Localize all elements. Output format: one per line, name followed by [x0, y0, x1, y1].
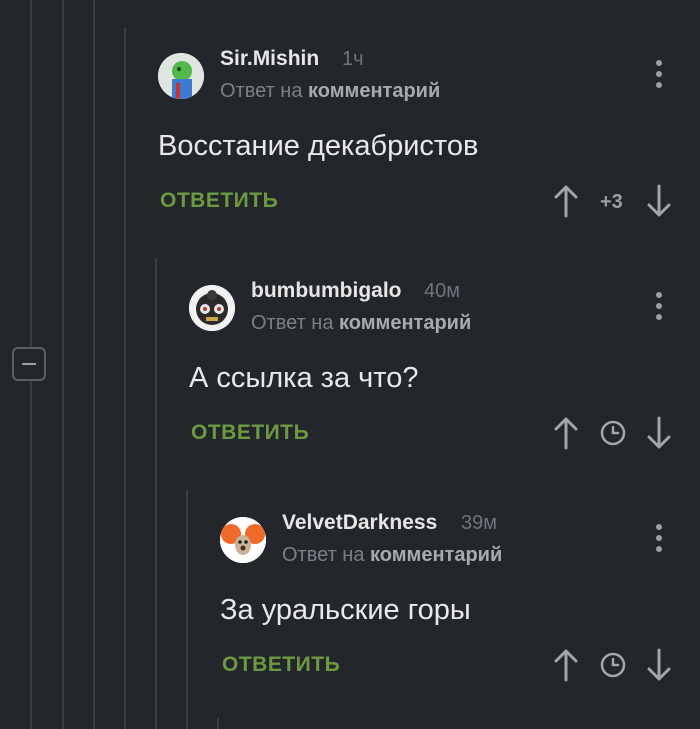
more-vertical-icon[interactable]: [655, 60, 663, 93]
thread-line: [124, 28, 126, 729]
comment-author[interactable]: VelvetDarkness: [282, 511, 437, 535]
vote-score: +3: [600, 191, 623, 213]
thread-line: [155, 258, 157, 729]
reply-to-line: Ответ на комментарий: [282, 544, 502, 567]
clock-icon: [600, 652, 626, 678]
reply-button[interactable]: ОТВЕТИТЬ: [222, 653, 340, 677]
reply-to-link[interactable]: комментарий: [308, 80, 440, 102]
arrow-up-icon[interactable]: [553, 184, 579, 218]
clock-icon: [600, 420, 626, 446]
arrow-down-icon[interactable]: [646, 648, 672, 682]
minus-icon: [22, 363, 36, 365]
collapse-thread-button[interactable]: [12, 347, 46, 381]
reply-to-prefix: Ответ на: [220, 80, 303, 102]
comment-author[interactable]: bumbumbigalo: [251, 279, 402, 303]
comment-text: А ссылка за что?: [189, 362, 419, 394]
comment-author[interactable]: Sir.Mishin: [220, 47, 319, 71]
avatar[interactable]: [158, 53, 204, 99]
reply-to-line: Ответ на комментарий: [251, 312, 471, 335]
reply-to-link[interactable]: комментарий: [339, 312, 471, 334]
more-vertical-icon[interactable]: [655, 292, 663, 325]
comment-text: За уральские горы: [220, 594, 471, 626]
reply-button[interactable]: ОТВЕТИТЬ: [191, 421, 309, 445]
avatar[interactable]: [189, 285, 235, 331]
comment-time: 1ч: [342, 48, 364, 70]
reply-to-link[interactable]: комментарий: [370, 544, 502, 566]
reply-to-line: Ответ на комментарий: [220, 80, 440, 103]
thread-line: [186, 490, 188, 729]
reply-to-prefix: Ответ на: [251, 312, 334, 334]
thread-line: [217, 718, 219, 729]
more-vertical-icon[interactable]: [655, 524, 663, 557]
arrow-down-icon[interactable]: [646, 416, 672, 450]
comment-time: 39м: [461, 512, 497, 534]
reply-button[interactable]: ОТВЕТИТЬ: [160, 189, 278, 213]
reply-to-prefix: Ответ на: [282, 544, 365, 566]
thread-line: [62, 0, 64, 729]
arrow-up-icon[interactable]: [553, 648, 579, 682]
comment-time: 40м: [424, 280, 460, 302]
thread-line: [93, 0, 95, 729]
avatar[interactable]: [220, 517, 266, 563]
arrow-up-icon[interactable]: [553, 416, 579, 450]
arrow-down-icon[interactable]: [646, 184, 672, 218]
comment-text: Восстание декабристов: [158, 130, 479, 162]
